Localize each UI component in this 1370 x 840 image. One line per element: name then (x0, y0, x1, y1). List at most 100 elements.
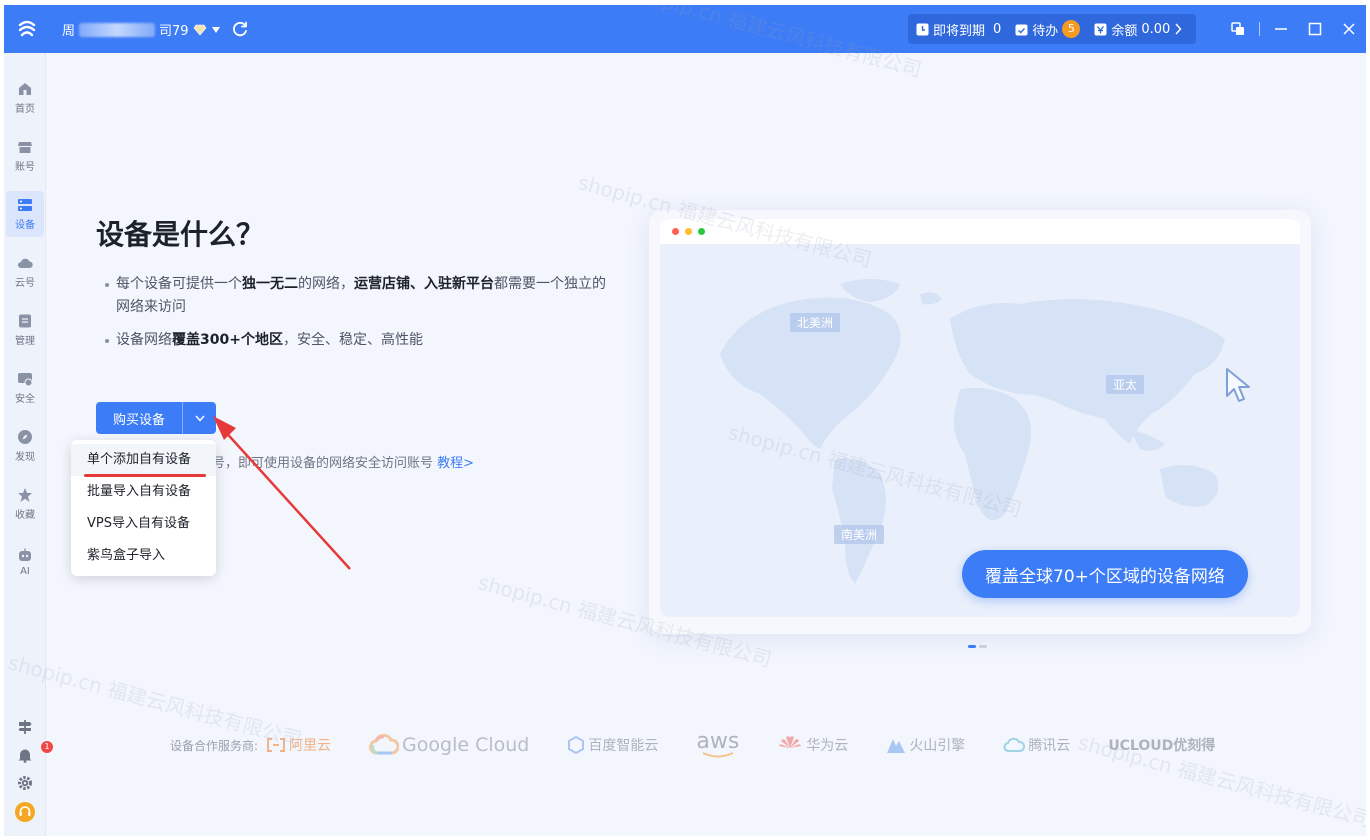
coverage-map-card: 北美洲 亚太 南美洲 覆盖全球70+个区域的设备网络 (649, 210, 1311, 634)
notifications-button[interactable]: 1 (4, 741, 53, 763)
customer-service-button[interactable] (4, 802, 46, 822)
bullet1-text-b: 的网络， (298, 276, 354, 292)
carousel-dot-2[interactable] (979, 645, 987, 648)
sidebar-item-security[interactable]: 安全 (6, 365, 44, 411)
device-intro-panel: 设备是什么？ 每个设备可提供一个独一无二的网络，运营店铺、入驻新平台都需要一个独… (46, 53, 1366, 836)
company-switcher[interactable]: 周 司79 (62, 20, 221, 39)
page-title: 设备是什么？ (96, 218, 265, 251)
headset-icon (15, 802, 35, 822)
expiring-soon[interactable]: 即将到期 0 (916, 20, 1001, 39)
diamond-icon (193, 24, 206, 35)
balance-label: 余额 (1111, 23, 1138, 39)
menu-item-vps-import[interactable]: VPS导入自有设备 (71, 508, 216, 540)
cursor-pointer-icon (1226, 368, 1250, 402)
sidebar-item-account[interactable]: 账号 (6, 133, 44, 179)
region-label-asia-pacific: 亚太 (1106, 375, 1145, 394)
sidebar-item-label: 管理 (15, 336, 35, 347)
sidebar-item-label: AI (20, 566, 30, 577)
window-dot-green (698, 228, 705, 235)
pin-button[interactable] (1221, 5, 1255, 53)
sidebar-item-device[interactable]: 设备 (6, 191, 44, 237)
chevron-down-icon (194, 415, 205, 422)
partner-baidu-cloud: 百度智能云 (567, 735, 658, 755)
menu-item-add-single[interactable]: 单个添加自有设备 (71, 444, 216, 476)
close-button[interactable] (1332, 5, 1366, 53)
tutorial-link[interactable]: 教程> (437, 456, 474, 471)
volcano-logo-icon (887, 739, 906, 753)
intro-bullets: 每个设备可提供一个独一无二的网络，运营店铺、入驻新平台都需要一个独立的网络来访问… (104, 273, 614, 362)
partner-aws: aws (696, 729, 740, 758)
sidebar-item-home[interactable]: 首页 (6, 75, 44, 121)
sidebar-item-cloud[interactable]: 云号 (6, 249, 44, 295)
maximize-button[interactable] (1298, 5, 1332, 53)
partners-label: 设备合作服务商: (170, 738, 259, 753)
carousel-dot-1[interactable] (968, 645, 976, 648)
wallet-icon (1094, 23, 1107, 35)
partner-name: aws (696, 729, 740, 754)
todo[interactable]: 待办 5 (1015, 20, 1081, 39)
app-logo-icon (18, 20, 36, 37)
sidebar-item-label: 安全 (15, 394, 35, 405)
expiring-label: 即将到期 (933, 23, 986, 39)
partner-name: 阿里云 (289, 738, 332, 754)
sidebar-item-label: 首页 (15, 104, 35, 115)
bullet1-emphasis-a: 独一无二 (242, 276, 298, 292)
maximize-icon (1308, 22, 1322, 36)
discover-icon (18, 430, 32, 444)
partner-name: 百度智能云 (588, 738, 659, 754)
partner-name: UCLOUD优刻得 (1108, 738, 1216, 754)
partner-name: 火山引擎 (909, 738, 966, 754)
hint-text: 号，即可使用设备的网络安全访问账号 (212, 456, 434, 471)
minimize-button[interactable] (1264, 5, 1298, 53)
own-device-hint: 号，即可使用设备的网络安全访问账号 教程> (212, 452, 474, 471)
region-label-south-america: 南美洲 (834, 525, 885, 544)
buy-device-dropdown-toggle[interactable] (183, 402, 216, 434)
sidebar-item-discover[interactable]: 发现 (6, 423, 44, 469)
menu-item-box-import[interactable]: 紫鸟盒子导入 (71, 540, 216, 572)
menu-item-batch-import[interactable]: 批量导入自有设备 (71, 476, 216, 508)
partner-huawei-cloud: 华为云 (777, 734, 848, 756)
manage-icon (19, 314, 31, 328)
store-icon (18, 142, 32, 153)
sidebar-tools-button[interactable] (4, 719, 46, 735)
partner-aliyun: 阿里云 (266, 735, 331, 755)
map-window-header (660, 219, 1300, 244)
tencent-cloud-logo-icon (1003, 737, 1026, 752)
sidebar-item-label: 设备 (15, 220, 35, 231)
caret-down-icon (211, 26, 220, 33)
sidebar: 首页 账号 设备 云号 管理 安全 发现 收藏 AI 1 (4, 53, 53, 836)
company-name-suffix: 司79 (159, 24, 189, 39)
calendar-check-icon (1015, 24, 1028, 35)
sidebar-item-ai[interactable]: AI (6, 539, 44, 585)
refresh-icon[interactable] (230, 19, 250, 39)
company-name-prefix: 周 (62, 24, 76, 39)
window-controls-divider (1259, 22, 1260, 36)
balance[interactable]: 余额 0.00 (1094, 20, 1182, 39)
title-bar: 周 司79 即将到期 0 待办 5 余额 0.00 (4, 5, 1366, 53)
security-icon (18, 373, 33, 387)
settings-button[interactable] (4, 775, 46, 791)
cloud-icon (18, 258, 33, 268)
coverage-highlight-pill: 覆盖全球70+个区域的设备网络 (962, 550, 1248, 598)
sidebar-item-label: 账号 (15, 162, 35, 173)
huawei-logo-icon (779, 736, 802, 748)
bullet2-text-a: 设备网络 (116, 332, 172, 348)
buy-device-button[interactable]: 购买设备 (96, 402, 183, 434)
partner-google-cloud: Google Cloud (369, 734, 529, 756)
balance-value: 0.00 (1141, 21, 1171, 37)
redacted-name (79, 22, 156, 37)
partner-tencent-cloud: 腾讯云 (1003, 735, 1070, 755)
bullet-coverage: 设备网络覆盖300+个地区，安全、稳定、高性能 (104, 329, 614, 352)
expiring-count: 0 (993, 21, 1002, 37)
partner-name: 腾讯云 (1028, 738, 1071, 754)
window-controls (1221, 5, 1366, 53)
sidebar-item-manage[interactable]: 管理 (6, 307, 44, 353)
aws-smile-icon (702, 752, 734, 758)
carousel-pager (968, 645, 987, 648)
star-icon (18, 488, 32, 502)
buy-device-split-button: 购买设备 (96, 402, 216, 434)
signpost-icon (18, 720, 32, 734)
bell-icon (18, 749, 32, 763)
sidebar-item-favorites[interactable]: 收藏 (6, 481, 44, 527)
aliyun-logo-icon (267, 738, 286, 752)
